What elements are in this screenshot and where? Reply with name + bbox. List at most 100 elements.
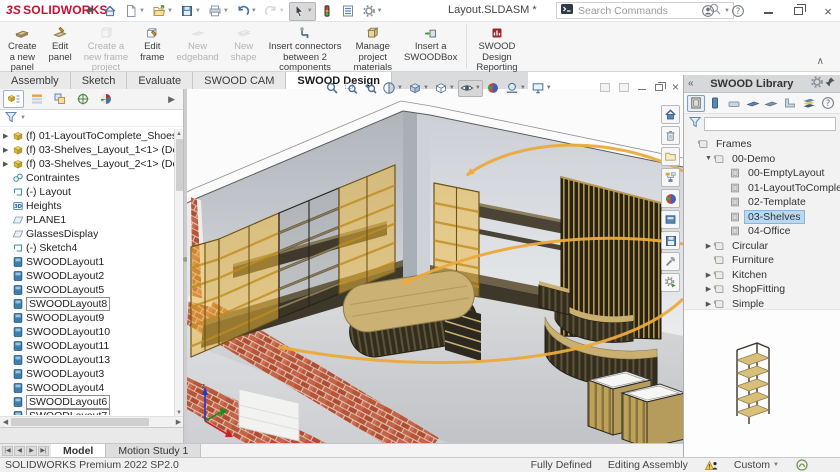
tree-item[interactable]: SWOODLayout11	[0, 339, 183, 353]
zoom-fit-icon[interactable]	[323, 80, 341, 97]
expand-arrow-icon[interactable]: ▶	[704, 285, 713, 293]
shelf-unit-highlighted[interactable]	[339, 165, 395, 294]
apply-scene-icon[interactable]: ▼	[503, 80, 528, 97]
expand-arrow-icon[interactable]: ▶	[3, 146, 12, 154]
expand-arrow-icon[interactable]: ▶	[704, 271, 713, 279]
maximize-button[interactable]	[790, 3, 806, 19]
library-item[interactable]: 04-Office	[684, 224, 840, 239]
doc-window-ghost-button[interactable]	[619, 83, 629, 92]
user-account-icon[interactable]	[700, 3, 716, 19]
swood-save-icon[interactable]	[661, 231, 680, 250]
edit-appearance-icon[interactable]	[484, 80, 502, 97]
ribbon-button-swood-design-reporting[interactable]: SWOODDesignReporting	[470, 24, 523, 75]
swood-delete-icon[interactable]	[661, 126, 680, 145]
expand-arrow-icon[interactable]: ▶	[704, 242, 713, 250]
tree-item[interactable]: SWOODLayout13	[0, 353, 183, 367]
library-item[interactable]: ▼00-Demo	[684, 152, 840, 167]
library-item[interactable]: 02-Template	[684, 195, 840, 210]
panel-settings-gear-icon[interactable]	[810, 75, 824, 92]
view-settings-icon[interactable]: ▼	[529, 80, 554, 97]
scrollbar-thumb[interactable]	[176, 139, 183, 191]
fm-tab-dimxpertmanager[interactable]	[72, 90, 93, 108]
tree-item[interactable]: SWOODLayout10	[0, 325, 183, 339]
library-panel-flat2-icon[interactable]	[763, 95, 781, 112]
library-frames-icon[interactable]	[687, 95, 705, 112]
help-icon[interactable]: ?	[730, 3, 746, 19]
options-list-icon[interactable]	[338, 2, 358, 21]
performance-icon[interactable]	[317, 2, 337, 21]
shelf-unit-highlighted[interactable]	[191, 239, 219, 357]
sheet-nav-prev[interactable]: ◀	[14, 446, 25, 456]
tree-item[interactable]: PLANE1	[0, 213, 183, 227]
library-item[interactable]: Frames	[684, 137, 840, 152]
tree-item[interactable]: (-) Layout	[0, 185, 183, 199]
ribbon-button-edit-panel[interactable]: Editpanel	[43, 24, 78, 64]
library-panel-low-icon[interactable]	[725, 95, 743, 112]
open-icon[interactable]: ▼	[149, 2, 176, 21]
library-item[interactable]: Furniture	[684, 253, 840, 268]
library-item[interactable]: 01-LayoutToComplete	[684, 181, 840, 196]
library-stack-icon[interactable]	[800, 95, 818, 112]
swood-run-icon[interactable]	[661, 273, 680, 292]
filter-funnel-icon[interactable]	[688, 115, 702, 132]
view-orientation-icon[interactable]: ▼	[406, 80, 431, 97]
expand-arrow-icon[interactable]: ▶	[3, 132, 12, 140]
ribbon-button-edit-frame[interactable]: Editframe	[134, 24, 170, 64]
library-item[interactable]: ▶ShopFitting	[684, 282, 840, 297]
status-tags-icon[interactable]	[795, 458, 809, 472]
redo-icon[interactable]: ▼	[261, 2, 288, 21]
zoom-area-icon[interactable]	[342, 80, 360, 97]
feature-tree-filter[interactable]: ▼	[0, 110, 183, 127]
doc-window-ghost-button[interactable]	[600, 83, 610, 92]
library-filter-input[interactable]	[704, 117, 836, 131]
tree-item[interactable]: SWOODLayout8	[0, 297, 183, 311]
library-item[interactable]: ▶Kitchen	[684, 268, 840, 283]
tree-item[interactable]: Contraintes	[0, 171, 183, 185]
library-item[interactable]: ▶Simple	[684, 297, 840, 310]
ribbon-button-insertconnectors-between2-components[interactable]: Insert connectorsbetween 2components	[263, 24, 348, 75]
doc-minimize-button[interactable]	[638, 85, 646, 90]
search-scope-icon[interactable]	[560, 2, 574, 19]
previous-view-icon[interactable]	[361, 80, 379, 97]
tree-item[interactable]: SWOODLayout1	[0, 255, 183, 269]
sheet-nav-first[interactable]: |◀	[2, 446, 13, 456]
ribbon-button-manage-project-materials[interactable]: Manageprojectmaterials	[347, 24, 398, 75]
tree-item[interactable]: SWOODLayout6	[0, 395, 183, 409]
undo-icon[interactable]: ▼	[233, 2, 260, 21]
fm-tab-configurationmanager[interactable]	[49, 90, 70, 108]
tree-item[interactable]: ▶(f) 03-Shelves_Layout_1<1> (Default) <D	[0, 143, 183, 157]
expand-arrow-icon[interactable]: ▶	[3, 160, 12, 168]
tree-item[interactable]: SWOODLayout4	[0, 381, 183, 395]
tree-item[interactable]: 3DHeights	[0, 199, 183, 213]
tree-item[interactable]: SWOODLayout7	[0, 409, 183, 415]
tree-item[interactable]: SWOODLayout9	[0, 311, 183, 325]
save-icon[interactable]: ▼	[177, 2, 204, 21]
tree-item[interactable]: SWOODLayout5	[0, 283, 183, 297]
filter-funnel-icon[interactable]	[4, 110, 18, 127]
swood-structure-icon[interactable]	[661, 168, 680, 187]
swood-panel-icon[interactable]	[661, 210, 680, 229]
sheet-tab-motion-study-1[interactable]: Motion Study 1	[106, 444, 201, 457]
ribbon-button-create-anew-panel[interactable]: Createa newpanel	[2, 24, 43, 75]
print-icon[interactable]: ▼	[205, 2, 232, 21]
new-document-icon[interactable]: ▼	[121, 2, 148, 21]
swood-tools-icon[interactable]	[661, 252, 680, 271]
sheet-tab-model[interactable]: Model	[51, 444, 106, 457]
toolbar-flyout-arrow[interactable]: ▶	[88, 4, 95, 15]
tree-item[interactable]: (-) Sketch4	[0, 241, 183, 255]
fm-tab-overflow-arrow[interactable]: ▶	[168, 94, 175, 105]
tree-item[interactable]: GlassesDisplay	[0, 227, 183, 241]
filter-dropdown-arrow[interactable]: ▼	[20, 115, 26, 121]
scene-3d-shop-layout[interactable]: z	[187, 89, 683, 443]
swood-appearance-icon[interactable]	[661, 189, 680, 208]
sheet-nav-next[interactable]: ▶	[26, 446, 37, 456]
feature-tree-horizontal-scrollbar[interactable]: ◀▶	[0, 416, 184, 427]
close-button[interactable]: ×	[820, 3, 836, 19]
ribbon-button-inserta-swoodbox[interactable]: Insert aSWOODBox	[398, 24, 463, 64]
status-units-selector[interactable]: Custom▼	[734, 459, 779, 471]
doc-close-button[interactable]: ×	[672, 81, 679, 93]
doc-restore-button[interactable]	[655, 84, 663, 91]
section-view-icon[interactable]: ▼	[380, 80, 405, 97]
expand-arrow-icon[interactable]: ▶	[704, 300, 713, 308]
tab-assembly[interactable]: Assembly	[0, 72, 71, 89]
